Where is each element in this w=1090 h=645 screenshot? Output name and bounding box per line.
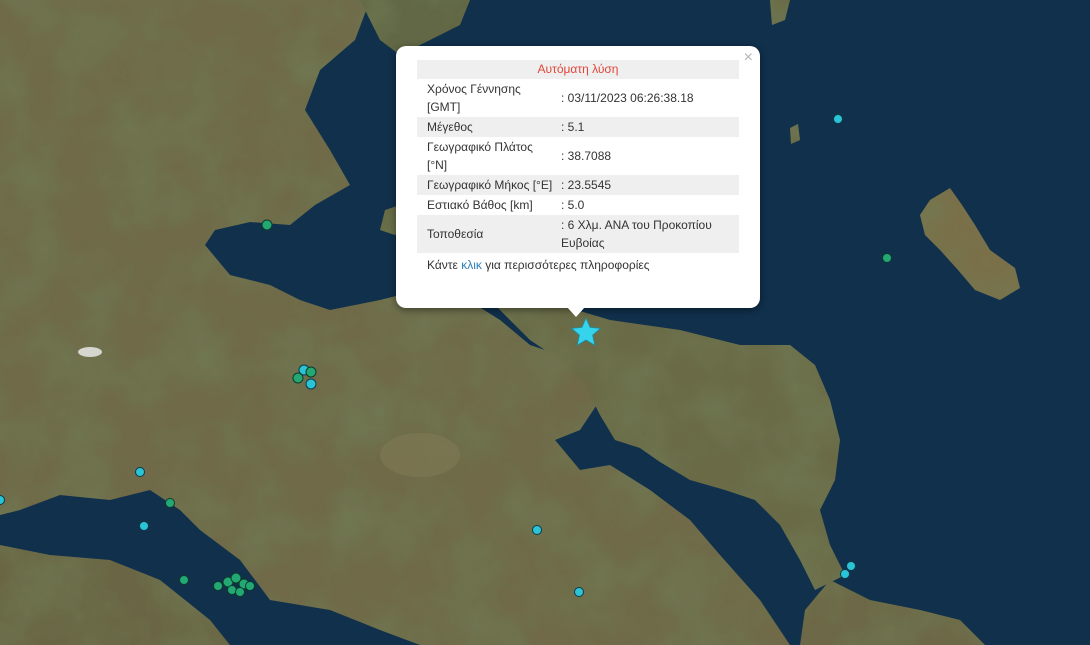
latitude-label: Γεωγραφικό Πλάτος [°N] xyxy=(427,140,533,172)
event-marker[interactable] xyxy=(135,467,145,477)
depth-value: : 5.0 xyxy=(561,198,585,212)
event-details-table: Χρόνος Γέννησης [GMT] : 03/11/2023 06:26… xyxy=(417,79,739,253)
more-info-link[interactable]: κλικ xyxy=(461,258,482,272)
popup-footer: Κάντε κλικ για περισσότερες πληροφορίες xyxy=(417,256,739,274)
popup-title: Αυτόματη λύση xyxy=(417,60,739,79)
event-marker[interactable] xyxy=(165,498,175,508)
popup-tip xyxy=(567,307,585,317)
event-marker[interactable] xyxy=(846,561,856,571)
event-marker[interactable] xyxy=(139,521,149,531)
event-marker[interactable] xyxy=(235,587,245,597)
event-marker[interactable] xyxy=(882,253,892,263)
magnitude-label: Μέγεθος xyxy=(417,117,557,137)
event-marker[interactable] xyxy=(261,219,273,231)
event-marker[interactable] xyxy=(532,525,542,535)
table-row: Γεωγραφικό Πλάτος [°N] : 38.7088 xyxy=(417,137,739,175)
event-marker[interactable] xyxy=(305,366,317,378)
table-row: Μέγεθος : 5.1 xyxy=(417,117,739,137)
event-marker[interactable] xyxy=(245,581,255,591)
close-icon[interactable]: × xyxy=(744,49,753,67)
event-marker[interactable] xyxy=(840,569,850,579)
event-marker[interactable] xyxy=(213,581,223,591)
table-row: Χρόνος Γέννησης [GMT] : 03/11/2023 06:26… xyxy=(417,79,739,117)
popup-content: Αυτόματη λύση Χρόνος Γέννησης [GMT] : 03… xyxy=(417,60,739,274)
event-marker[interactable] xyxy=(179,575,189,585)
origin-time-label: Χρόνος Γέννησης [GMT] xyxy=(427,82,521,114)
origin-time-value: : 03/11/2023 06:26:38.18 xyxy=(561,91,694,105)
event-marker[interactable] xyxy=(0,495,5,505)
event-marker[interactable] xyxy=(292,372,304,384)
longitude-value: : 23.5545 xyxy=(557,175,739,195)
event-marker[interactable] xyxy=(833,114,843,124)
depth-label: Εστιακό Βάθος [km] xyxy=(427,198,533,212)
latitude-value: : 38.7088 xyxy=(561,149,612,163)
event-marker[interactable] xyxy=(305,378,317,390)
footer-text-pre: Κάντε xyxy=(427,258,462,272)
footer-text-post: για περισσότερες πληροφορίες xyxy=(481,258,650,272)
longitude-label: Γεωγραφικό Μήκος [°E] xyxy=(417,175,557,195)
table-row: Εστιακό Βάθος [km] : 5.0 xyxy=(417,195,739,215)
event-marker[interactable] xyxy=(574,587,584,597)
magnitude-value: : 5.1 xyxy=(557,117,739,137)
location-label: Τοποθεσία xyxy=(417,215,557,253)
earthquake-popup: × Αυτόματη λύση Χρόνος Γέννησης [GMT] : … xyxy=(396,46,760,317)
plain-area xyxy=(380,433,460,477)
table-row: Γεωγραφικό Μήκος [°E] : 23.5545 xyxy=(417,175,739,195)
table-row: Τοποθεσία : 6 Χλμ. ΑΝΑ του Προκοπίου Ευβ… xyxy=(417,215,739,253)
lake xyxy=(78,347,102,357)
location-value: : 6 Χλμ. ΑΝΑ του Προκοπίου Ευβοίας xyxy=(557,215,739,253)
